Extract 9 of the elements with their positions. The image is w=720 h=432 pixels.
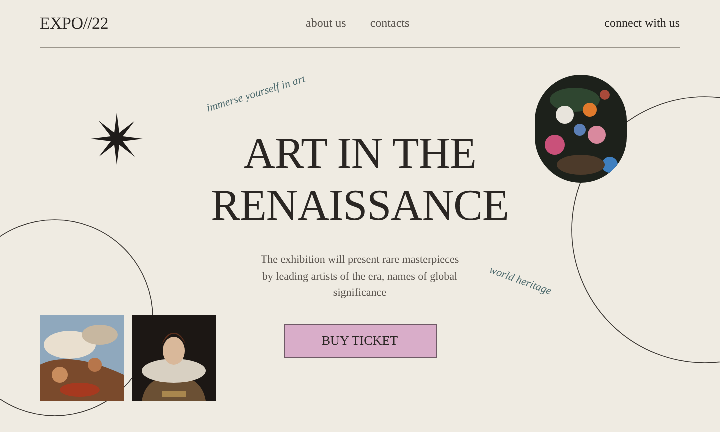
nav-link[interactable]: contacts bbox=[370, 16, 410, 31]
hero-title: RENAISSANCE bbox=[211, 180, 509, 232]
connect-link[interactable]: connect with us bbox=[604, 16, 680, 31]
hero-title: ART IN THE bbox=[244, 128, 476, 180]
description: The exhibition will present rare masterpieces by leading artists of the era, names of global significance bbox=[260, 253, 460, 301]
star-icon bbox=[90, 112, 144, 166]
buy-ticket-button[interactable]: BUY TICKET bbox=[284, 324, 436, 358]
logo[interactable]: EXPO//22 bbox=[40, 14, 280, 34]
nav-link[interactable]: about us bbox=[306, 16, 346, 31]
